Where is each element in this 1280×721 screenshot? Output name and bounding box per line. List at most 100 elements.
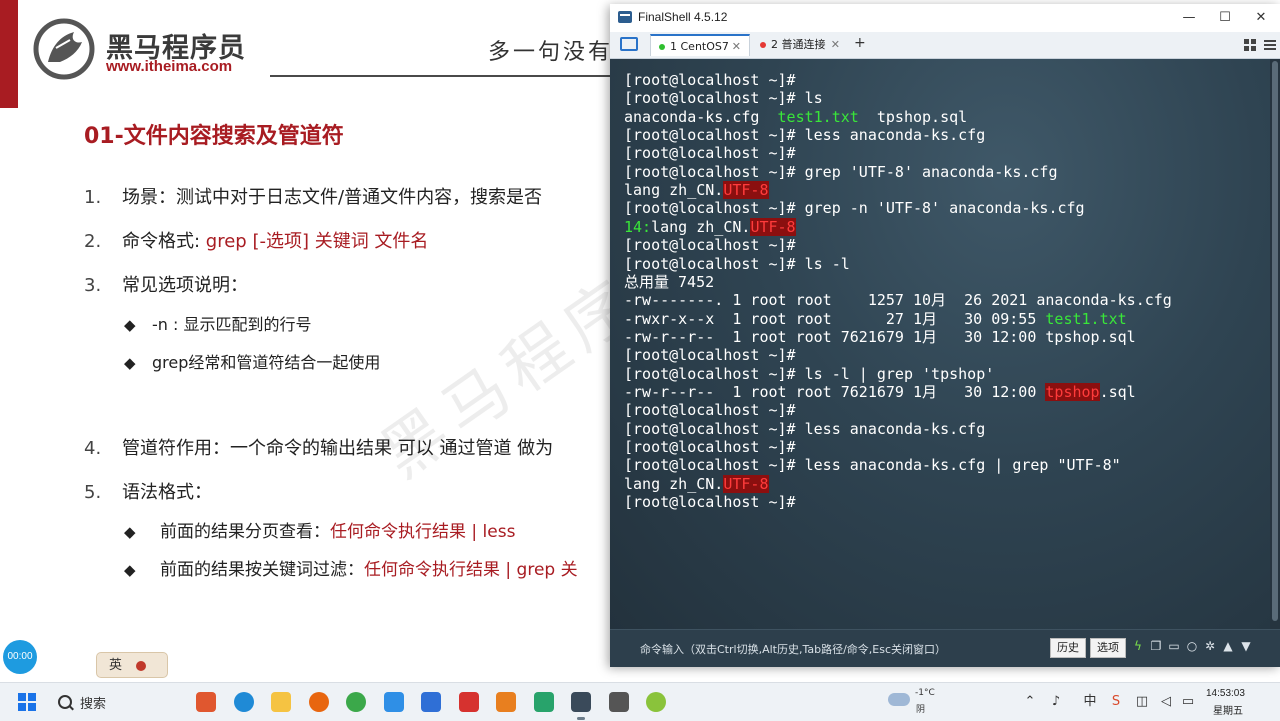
edge-icon[interactable] <box>233 692 254 712</box>
weather-temperature[interactable]: -1°C <box>915 688 935 698</box>
terminal-line: -rw-r--r-- 1 root root 7621679 1月 30 12:… <box>624 382 1136 401</box>
ime-mascot-icon <box>136 660 147 671</box>
terminal-line: [root@localhost ~]# <box>624 346 796 364</box>
open-folder-icon[interactable] <box>620 37 638 51</box>
terminal-line: 总用量 7452 <box>624 273 714 291</box>
terminal-highlight-green: test1.txt <box>1045 309 1127 328</box>
cloud-icon[interactable] <box>888 693 910 706</box>
feedback-icon[interactable] <box>421 692 441 712</box>
terminal-text: [root@localhost ~]# grep -n 'UTF-8' anac… <box>624 199 1085 218</box>
terminal-line: [root@localhost ~]# grep -n 'UTF-8' anac… <box>624 199 1085 217</box>
search-label: 搜索 <box>80 697 107 712</box>
layout-grid-icon[interactable] <box>1244 39 1256 51</box>
spreadsheet-app-icon[interactable] <box>533 692 554 712</box>
search-icon[interactable]: ○ <box>1186 640 1198 652</box>
close-tab-icon[interactable]: ✕ <box>831 34 840 56</box>
syntax-command: 任何命令执行结果 | less <box>330 522 516 542</box>
battery-icon[interactable]: ▭ <box>1180 694 1196 710</box>
weather-description[interactable]: 阴 <box>916 702 925 715</box>
syntax-label: 前面的结果按关键词过滤： <box>160 560 364 580</box>
terminal-text: [root@localhost ~]# less anaconda-ks.cfg… <box>624 456 1121 475</box>
terminal-text: [root@localhost ~]# <box>624 236 796 255</box>
terminal-text: anaconda-ks.cfg <box>624 107 778 126</box>
clock-time[interactable]: 14:53:03 <box>1206 688 1245 699</box>
add-tab-icon[interactable]: + <box>854 35 866 51</box>
command-format: grep [-选项] 关键词 文件名 <box>205 231 429 252</box>
terminal-line: [root@localhost ~]# grep 'UTF-8' anacond… <box>624 163 1057 181</box>
ime-toolbar[interactable]: 英 <box>96 652 168 678</box>
finalshell-window: FinalShell 4.5.12 — ☐ ✕ 1 CentOS7 ✕ 2 普通… <box>610 4 1280 667</box>
tab-label: 2 普通连接 <box>771 38 826 51</box>
terminal-output[interactable]: [root@localhost ~]# [root@localhost ~]# l… <box>610 59 1270 629</box>
option-item-pipe: ◆ grep经常和管道符结合一起使用 <box>124 349 380 373</box>
history-button[interactable]: 历史 <box>1050 638 1086 658</box>
close-window-button[interactable]: ✕ <box>1242 6 1280 30</box>
list-text: 语法格式： <box>122 482 212 503</box>
list-number: 1. <box>84 187 102 208</box>
slide-accent-bar <box>0 0 18 108</box>
taskbar-search[interactable]: 搜索 <box>48 688 168 716</box>
gear-icon[interactable]: ✲ <box>1204 640 1216 652</box>
clock-day[interactable]: 星期五 <box>1213 702 1243 717</box>
folder-icon[interactable]: ▭ <box>1168 640 1180 652</box>
close-tab-icon[interactable]: ✕ <box>732 36 741 58</box>
terminal-highlight-red: UTF-8 <box>723 181 769 200</box>
list-item-1: 1. 场景：测试中对于日志文件/普通文件内容，搜索是否 <box>84 183 542 209</box>
scrollbar-thumb[interactable] <box>1272 61 1278 621</box>
terminal-line: -rwxr-x--x 1 root root 27 1月 30 09:55 te… <box>624 310 1127 328</box>
file-explorer-icon[interactable] <box>271 692 291 712</box>
bubble-app-icon[interactable] <box>646 692 666 712</box>
terminal-line: [root@localhost ~]# <box>624 401 796 419</box>
sogou-icon[interactable]: S <box>1108 694 1124 710</box>
wps-icon[interactable] <box>496 692 516 712</box>
terminal-highlight-red: UTF-8 <box>750 217 796 236</box>
snipping-tool-icon[interactable] <box>383 692 404 712</box>
terminal-line: lang zh_CN.UTF-8 <box>624 181 769 200</box>
terminal-text: [root@localhost ~]# <box>624 401 796 420</box>
network-icon[interactable]: ◫ <box>1134 694 1150 710</box>
terminal-line: [root@localhost ~]# less anaconda-ks.cfg… <box>624 456 1121 474</box>
lightning-icon[interactable]: ϟ <box>1132 640 1144 652</box>
window-titlebar[interactable]: FinalShell 4.5.12 — ☐ ✕ <box>610 4 1280 32</box>
finalshell-app-icon <box>618 11 632 23</box>
terminal-text: [root@localhost ~]# less anaconda-ks.cfg <box>624 126 986 145</box>
pdf-icon[interactable] <box>458 692 479 712</box>
clock-app-icon[interactable] <box>608 692 629 712</box>
terminal-line: [root@localhost ~]# less anaconda-ks.cfg <box>624 420 985 438</box>
terminal-line: [root@localhost ~]# <box>624 144 796 162</box>
terminal-highlight-green: test1.txt <box>777 107 859 126</box>
terminal-line: [root@localhost ~]# <box>624 438 796 456</box>
finalshell-taskbar-icon[interactable] <box>571 692 591 720</box>
menu-icon[interactable] <box>1264 39 1276 51</box>
download-icon[interactable]: ▼ <box>1240 640 1252 652</box>
terminal-text: -rw-r--r-- 1 root root 7621679 1月 30 12:… <box>624 382 1046 401</box>
volume-icon[interactable]: ◁ <box>1158 694 1174 710</box>
maximize-button[interactable]: ☐ <box>1206 6 1244 30</box>
command-input-hint[interactable]: 命令输入（双击Ctrl切换,Alt历史,Tab路径/命令,Esc关闭窗口） <box>640 641 946 657</box>
tab-normal-connection[interactable]: 2 普通连接 ✕ <box>752 34 848 56</box>
gift-app-icon[interactable] <box>196 692 216 712</box>
minimize-button[interactable]: — <box>1170 6 1208 30</box>
microphone-icon[interactable]: ♪ <box>1048 694 1064 710</box>
ime-tray-icon[interactable]: 中 <box>1082 694 1098 710</box>
tab-centos7[interactable]: 1 CentOS7 ✕ <box>650 34 750 56</box>
terminal-scrollbar[interactable] <box>1270 59 1280 629</box>
syntax-label: 前面的结果分页查看： <box>160 522 330 542</box>
terminal-line: [root@localhost ~]# less anaconda-ks.cfg <box>624 126 985 144</box>
start-menu-icon[interactable] <box>18 693 36 711</box>
firefox-icon[interactable] <box>308 692 329 712</box>
options-button[interactable]: 选项 <box>1090 638 1126 658</box>
diamond-bullet-icon: ◆ <box>124 316 136 334</box>
terminal-line: 14:lang zh_CN.UTF-8 <box>624 217 796 236</box>
terminal-line: [root@localhost ~]# <box>624 236 796 254</box>
command-input-bar[interactable]: 命令输入（双击Ctrl切换,Alt历史,Tab路径/命令,Esc关闭窗口） 历史… <box>610 629 1280 667</box>
terminal-text: [root@localhost ~]# ls -l <box>624 254 850 273</box>
chrome-icon[interactable] <box>346 692 366 712</box>
connection-status-dot <box>659 44 665 50</box>
upload-icon[interactable]: ▲ <box>1222 640 1234 652</box>
copy-icon[interactable]: ❐ <box>1150 640 1162 652</box>
syntax-item-less: ◆ 前面的结果分页查看：任何命令执行结果 | less <box>124 517 515 542</box>
chevron-up-icon[interactable]: ⌃ <box>1022 694 1038 710</box>
header-divider <box>270 75 630 77</box>
recording-timer-badge[interactable]: 00:00 <box>3 640 37 674</box>
